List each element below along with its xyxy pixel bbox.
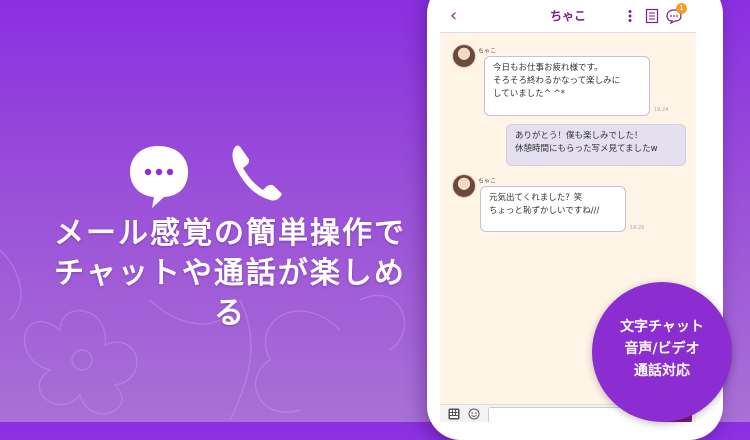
feature-badge: 文字チャット 音声/ビデオ 通話対応 (592, 282, 732, 422)
chat-bubble-icon (130, 146, 188, 208)
feature-line3: 通話対応 (634, 363, 690, 379)
message-time: 19:24 (654, 107, 669, 113)
headline-line1: メール感覚の簡単操作で (54, 216, 406, 251)
message-bubble-incoming: 今日もお仕事お疲れ様です。 そろそろ終わるかなって楽しみに していました^ ^* (484, 56, 650, 116)
avatar (452, 44, 476, 68)
memo-icon[interactable] (644, 8, 660, 24)
message-line: 今日もお仕事お疲れ様です。 (493, 63, 603, 73)
back-chevron-icon[interactable]: ‹ (450, 6, 466, 26)
sender-name: ちゃこ (478, 48, 497, 55)
message-line: 休憩時間にもらった写メ見てましたw (515, 144, 658, 154)
nav-bar: ‹ ちゃこ 1 (440, 0, 696, 33)
more-icon[interactable] (622, 8, 638, 24)
message-line: ありがとう！僕も楽しみでした！ (515, 131, 643, 141)
feature-line1: 文字チャット (620, 319, 704, 335)
unread-badge: 1 (676, 3, 687, 14)
message-time: 19:26 (630, 225, 645, 231)
headline-line2: チャットや通話が楽しめる (54, 256, 406, 331)
message-bubble-incoming: 元気出てくれました？笑 ちょっと恥ずかしいですね/// (480, 186, 626, 232)
avatar (452, 174, 476, 198)
keyboard-icon[interactable] (448, 408, 460, 420)
message-line: ちょっと恥ずかしいですね/// (489, 206, 600, 216)
smile-icon[interactable] (468, 408, 480, 420)
chat-title: ちゃこ (549, 9, 586, 23)
promo-icons (130, 145, 282, 208)
message-bubble-outgoing: ありがとう！僕も楽しみでした！ 休憩時間にもらった写メ見てましたw (506, 124, 686, 166)
sender-name: ちゃこ (478, 178, 497, 185)
message-line: そろそろ終わるかなって楽しみに (493, 76, 621, 86)
headline: メール感覚の簡単操作で チャットや通話が楽しめる (40, 214, 420, 334)
phone-icon (232, 145, 282, 201)
feature-line2: 音声/ビデオ (624, 341, 700, 357)
message-line: 元気出てくれました？笑 (489, 193, 583, 203)
message-line: していました^ ^* (493, 89, 565, 99)
